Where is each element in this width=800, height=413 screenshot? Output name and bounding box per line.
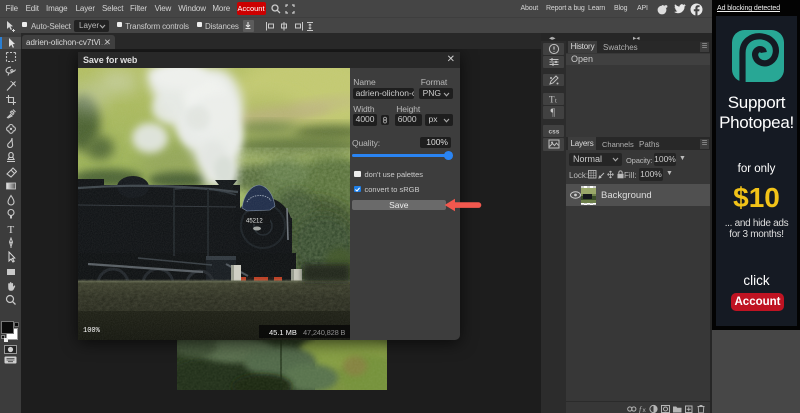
svg-text:t: t [555, 97, 557, 104]
svg-text:x: x [643, 407, 647, 413]
svg-text:¶: ¶ [550, 108, 555, 119]
svg-text:T: T [7, 224, 14, 235]
svg-text:css: css [548, 128, 559, 135]
